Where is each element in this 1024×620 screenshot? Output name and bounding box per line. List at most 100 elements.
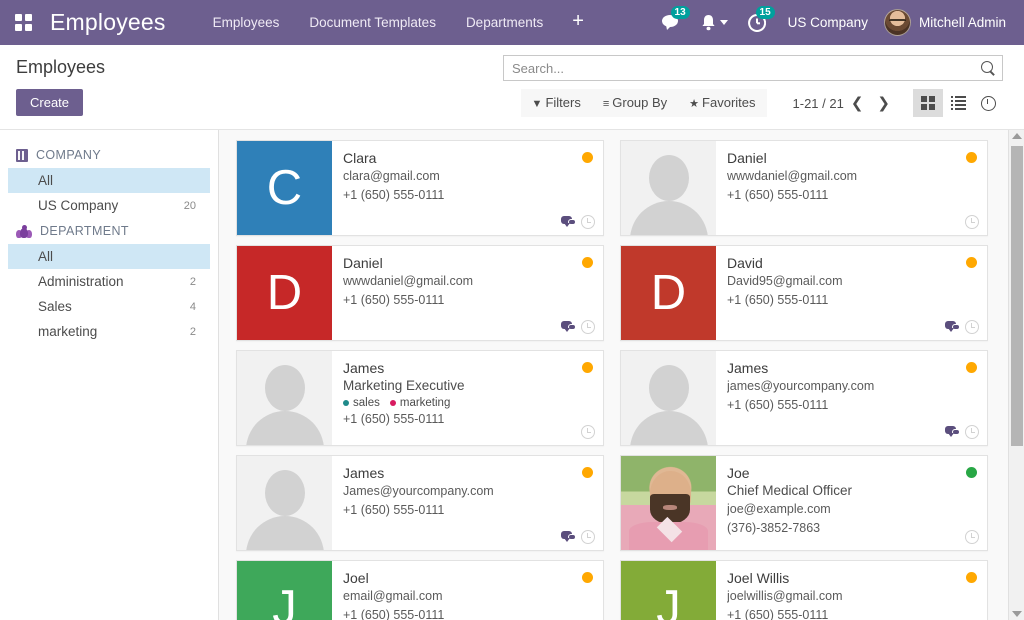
nav-item-document-templates[interactable]: Document Templates <box>294 0 451 45</box>
sidebar-section-company: COMPANY <box>0 142 218 168</box>
nav-item-employees[interactable]: Employees <box>198 0 295 45</box>
message-bubble-icon[interactable] <box>561 215 576 229</box>
sidebar-item-department-all[interactable]: All <box>8 244 210 269</box>
employee-card-footer <box>561 215 595 229</box>
employee-name: Daniel <box>343 255 383 271</box>
employee-card-footer <box>581 425 595 439</box>
list-icon <box>950 96 966 110</box>
sidebar-item-administration[interactable]: Administration 2 <box>8 269 210 294</box>
filters-dropdown[interactable]: ▼ Filters <box>521 89 592 118</box>
employee-card[interactable]: James james@yourcompany.com +1 (650) 555-0… <box>620 350 988 446</box>
scroll-up-arrow-icon[interactable] <box>1011 133 1022 139</box>
employee-card-body: James Marketing Executive sales marketing +1… <box>332 351 603 445</box>
user-menu[interactable]: Mitchell Admin <box>880 9 1014 36</box>
sidebar-item-sales[interactable]: Sales 4 <box>8 294 210 319</box>
employee-avatar-letter: J <box>621 561 716 620</box>
status-badge[interactable] <box>966 257 977 268</box>
activity-clock-icon[interactable] <box>581 215 595 229</box>
sidebar-section-department: DEPARTMENT <box>0 218 218 244</box>
employee-avatar-letter: J <box>237 561 332 620</box>
sidebar-item-count: 2 <box>189 325 196 338</box>
activities-button[interactable]: 15 <box>738 0 776 45</box>
activity-clock-icon[interactable] <box>581 530 595 544</box>
chevron-down-icon <box>719 20 728 25</box>
view-button-activity[interactable] <box>973 89 1003 117</box>
message-bubble-icon[interactable] <box>945 320 960 334</box>
nav-add-button[interactable]: + <box>558 0 598 45</box>
status-badge[interactable] <box>582 152 593 163</box>
pager-counter[interactable]: 1-21 / 21 <box>793 96 844 111</box>
activity-clock-icon[interactable] <box>965 530 979 544</box>
employee-email: clara@gmail.com <box>343 169 440 183</box>
employee-card[interactable]: C Clara clara@gmail.com +1 (650) 555-0111 <box>236 140 604 236</box>
sidebar-item-company-all[interactable]: All <box>8 168 210 193</box>
sidebar-item-count: 20 <box>183 199 196 212</box>
navbar-right: 13 15 US Company Mitchell Admin <box>652 0 1024 45</box>
status-badge[interactable] <box>582 362 593 373</box>
search-icon[interactable] <box>981 60 996 76</box>
search-area <box>503 55 1003 81</box>
scroll-down-arrow-icon[interactable] <box>1011 611 1022 617</box>
create-button[interactable]: Create <box>16 89 84 116</box>
pager-previous-button[interactable]: ❮ <box>844 95 871 111</box>
employee-name: David <box>727 255 763 271</box>
status-badge[interactable] <box>966 467 977 478</box>
favorites-label: Favorites <box>702 94 756 110</box>
employee-card[interactable]: James James@yourcompany.com +1 (650) 555-0… <box>236 455 604 551</box>
company-switcher[interactable]: US Company <box>776 15 880 30</box>
status-badge[interactable] <box>966 152 977 163</box>
tag-label: sales <box>353 397 380 409</box>
favorites-dropdown[interactable]: ★ Favorites <box>678 89 766 118</box>
status-badge[interactable] <box>582 572 593 583</box>
employee-name: Clara <box>343 150 377 166</box>
status-badge[interactable] <box>582 467 593 478</box>
vertical-scrollbar[interactable] <box>1008 130 1024 620</box>
activity-clock-icon[interactable] <box>965 215 979 229</box>
sidebar-item-label: Administration <box>38 274 124 289</box>
status-badge[interactable] <box>966 572 977 583</box>
message-bubble-icon[interactable] <box>561 530 576 544</box>
activity-clock-icon[interactable] <box>965 425 979 439</box>
view-button-list[interactable] <box>943 89 973 117</box>
navbar-menu: Employees Document Templates Departments… <box>198 0 598 45</box>
employee-email: wwwdaniel@gmail.com <box>727 169 858 183</box>
employee-card[interactable]: J Joel Willis joelwillis@gmail.com +1 (650)… <box>620 560 988 620</box>
notifications-button[interactable] <box>691 0 738 45</box>
apps-menu-button[interactable] <box>0 0 46 45</box>
search-box[interactable] <box>503 55 1003 81</box>
employee-card[interactable]: D David David95@gmail.com +1 (650) 555-0111 <box>620 245 988 341</box>
status-badge[interactable] <box>582 257 593 268</box>
tag-color-dot-icon <box>343 400 349 406</box>
avatar-initial: C <box>266 160 303 215</box>
employee-card[interactable]: James Marketing Executive sales marketing +1… <box>236 350 604 446</box>
pager-next-button[interactable]: ❯ <box>870 95 897 111</box>
status-badge[interactable] <box>966 362 977 373</box>
activity-clock-icon[interactable] <box>581 320 595 334</box>
message-bubble-icon[interactable] <box>561 320 576 334</box>
view-button-kanban[interactable] <box>913 89 943 117</box>
messages-button[interactable]: 13 <box>652 0 691 45</box>
view-switcher <box>913 89 1003 117</box>
activity-clock-icon[interactable] <box>581 425 595 439</box>
employee-tag: sales <box>343 397 380 409</box>
employee-card[interactable]: Daniel wwwdaniel@gmail.com +1 (650) 555-01… <box>620 140 988 236</box>
app-brand-title[interactable]: Employees <box>46 9 176 36</box>
employee-avatar-letter: C <box>237 141 332 235</box>
kanban-grid-icon <box>921 96 935 110</box>
employee-card[interactable]: D Daniel wwwdaniel@gmail.com +1 (650) 555-0… <box>236 245 604 341</box>
sidebar-item-us-company[interactable]: US Company 20 <box>8 193 210 218</box>
group-by-dropdown[interactable]: ≡ Group By <box>592 89 678 118</box>
nav-item-departments[interactable]: Departments <box>451 0 558 45</box>
tag-label: marketing <box>399 397 451 409</box>
message-bubble-icon[interactable] <box>945 425 960 439</box>
user-name-label: Mitchell Admin <box>918 15 1006 30</box>
employee-avatar-photo <box>621 456 716 550</box>
clock-icon <box>980 95 996 111</box>
sidebar-item-marketing[interactable]: marketing 2 <box>8 319 210 344</box>
scrollbar-thumb[interactable] <box>1011 146 1023 446</box>
avatar-initial: D <box>266 265 303 320</box>
activity-clock-icon[interactable] <box>965 320 979 334</box>
search-input[interactable] <box>510 59 981 77</box>
employee-card[interactable]: J Joel email@gmail.com +1 (650) 555-0111 <box>236 560 604 620</box>
employee-card[interactable]: Joe Chief Medical Officer joe@example.com (… <box>620 455 988 551</box>
